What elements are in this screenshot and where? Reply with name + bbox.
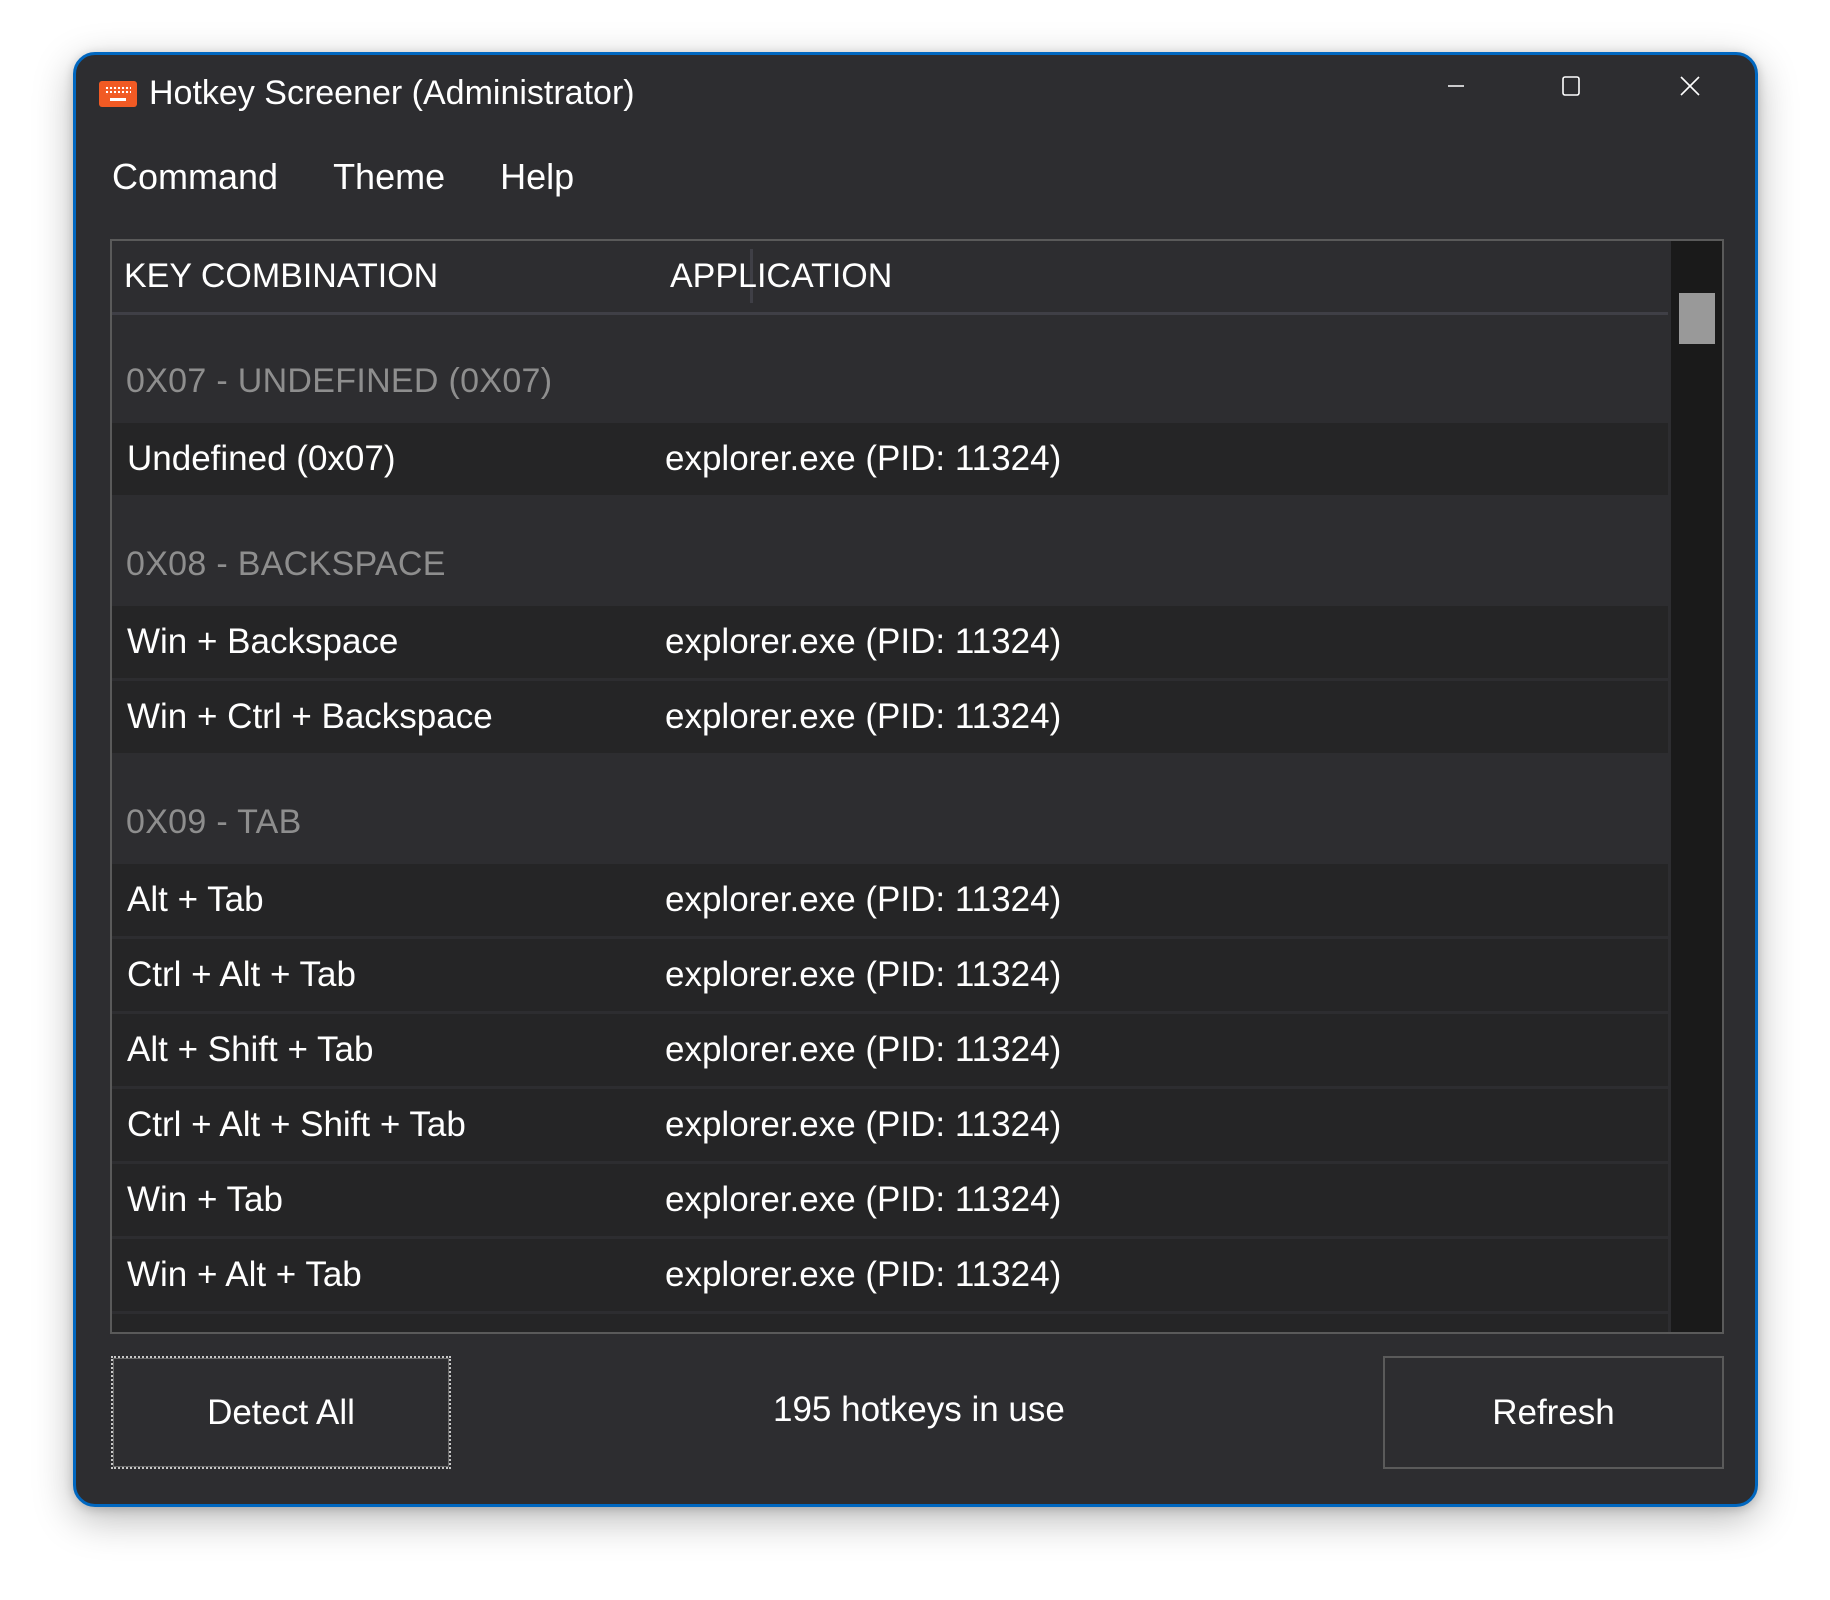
- minimize-button[interactable]: [1398, 55, 1514, 117]
- key-combination-cell: Undefined (0x07): [127, 439, 396, 478]
- application-cell: explorer.exe (PID: 11324): [665, 697, 1062, 736]
- group-header: 0X09 - TAB: [112, 756, 1668, 864]
- close-button[interactable]: [1632, 55, 1748, 117]
- group-header-label: 0X09 - TAB: [126, 803, 302, 841]
- key-combination-cell: Win + Backspace: [127, 622, 399, 661]
- application-cell: explorer.exe (PID: 11324): [665, 955, 1062, 994]
- application-cell: explorer.exe (PID: 11324): [665, 880, 1062, 919]
- keyboard-icon: [99, 81, 137, 107]
- application-cell: explorer.exe (PID: 11324): [665, 1030, 1062, 1069]
- menu-command[interactable]: Command: [94, 152, 296, 202]
- list-row[interactable]: Win + Ctrl + Backspace explorer.exe (PID…: [112, 681, 1668, 756]
- maximize-icon: [1562, 76, 1580, 96]
- hotkey-list: KEY COMBINATION APPLICATION 0X07 - UNDEF…: [110, 239, 1724, 1334]
- list-row[interactable]: Undefined (0x07) explorer.exe (PID: 1132…: [112, 423, 1668, 498]
- minimize-icon: [1448, 85, 1464, 87]
- list-row[interactable]: Alt + Shift + Tab explorer.exe (PID: 113…: [112, 1014, 1668, 1089]
- vertical-scrollbar[interactable]: [1671, 241, 1722, 1332]
- maximize-button[interactable]: [1514, 55, 1630, 117]
- menu-bar: Command Theme Help: [94, 152, 611, 202]
- list-row-partial[interactable]: [112, 1314, 1668, 1332]
- application-cell: explorer.exe (PID: 11324): [665, 622, 1062, 661]
- hotkey-count-status: 195 hotkeys in use: [773, 1390, 1065, 1429]
- list-row[interactable]: Alt + Tab explorer.exe (PID: 11324): [112, 864, 1668, 939]
- group-header: 0X07 - UNDEFINED (0X07): [112, 315, 1668, 423]
- group-header-label: 0X07 - UNDEFINED (0X07): [126, 362, 553, 400]
- window-title: Hotkey Screener (Administrator): [149, 74, 635, 112]
- column-header-application[interactable]: APPLICATION: [670, 241, 892, 312]
- key-combination-cell: Ctrl + Alt + Tab: [127, 955, 356, 994]
- title-bar[interactable]: Hotkey Screener (Administrator): [76, 55, 1755, 125]
- group-header: 0X08 - BACKSPACE: [112, 498, 1668, 606]
- key-combination-cell: Alt + Tab: [127, 880, 264, 919]
- key-combination-cell: Ctrl + Alt + Shift + Tab: [127, 1105, 466, 1144]
- application-cell: explorer.exe (PID: 11324): [665, 1105, 1062, 1144]
- application-cell: explorer.exe (PID: 11324): [665, 1180, 1062, 1219]
- list-rows: 0X07 - UNDEFINED (0X07) Undefined (0x07)…: [112, 315, 1668, 1332]
- list-row[interactable]: Win + Backspace explorer.exe (PID: 11324…: [112, 606, 1668, 681]
- detect-all-button[interactable]: Detect All: [111, 1356, 451, 1469]
- scrollbar-thumb[interactable]: [1679, 293, 1715, 344]
- menu-help[interactable]: Help: [482, 152, 592, 202]
- list-row[interactable]: Ctrl + Alt + Shift + Tab explorer.exe (P…: [112, 1089, 1668, 1164]
- app-window: Hotkey Screener (Administrator) Command …: [73, 52, 1758, 1507]
- list-row[interactable]: Ctrl + Alt + Tab explorer.exe (PID: 1132…: [112, 939, 1668, 1014]
- application-cell: explorer.exe (PID: 11324): [665, 439, 1062, 478]
- key-combination-cell: Win + Ctrl + Backspace: [127, 697, 493, 736]
- application-cell: explorer.exe (PID: 11324): [665, 1255, 1062, 1294]
- list-header: KEY COMBINATION APPLICATION: [112, 241, 1668, 315]
- column-header-key-combination[interactable]: KEY COMBINATION: [124, 241, 438, 312]
- close-icon: [1680, 76, 1700, 96]
- list-row[interactable]: Win + Alt + Tab explorer.exe (PID: 11324…: [112, 1239, 1668, 1314]
- group-header-label: 0X08 - BACKSPACE: [126, 545, 446, 583]
- key-combination-cell: Win + Alt + Tab: [127, 1255, 362, 1294]
- menu-theme[interactable]: Theme: [315, 152, 463, 202]
- key-combination-cell: Alt + Shift + Tab: [127, 1030, 374, 1069]
- list-row[interactable]: Win + Tab explorer.exe (PID: 11324): [112, 1164, 1668, 1239]
- key-combination-cell: Win + Tab: [127, 1180, 283, 1219]
- refresh-button[interactable]: Refresh: [1383, 1356, 1724, 1469]
